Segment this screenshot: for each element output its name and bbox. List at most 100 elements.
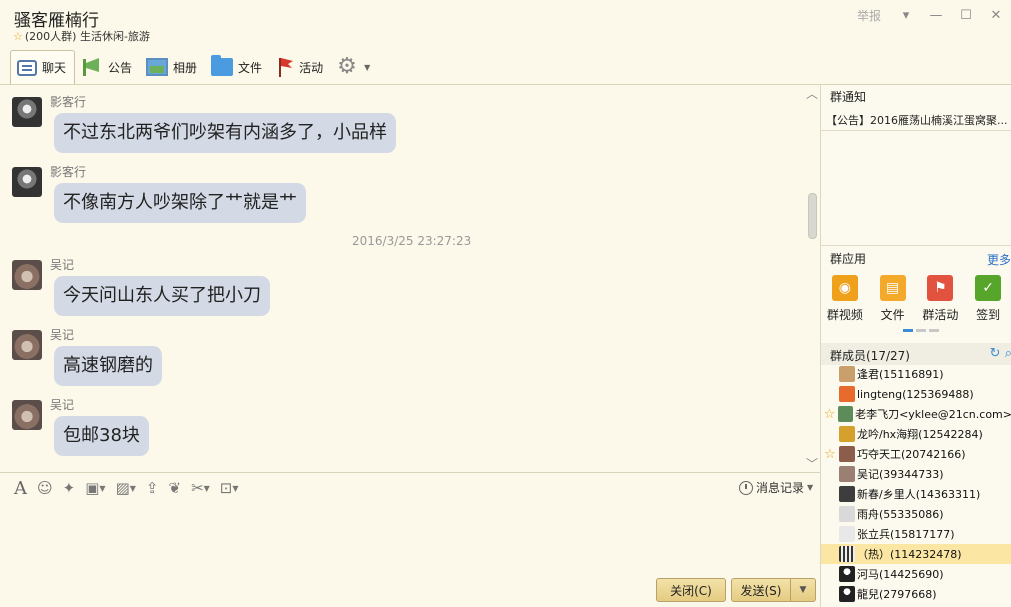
member-item[interactable]: 雨舟(55335086): [821, 504, 1011, 524]
send-options-button[interactable]: ▼: [790, 578, 816, 602]
magic-wand-icon[interactable]: ✦: [63, 479, 76, 497]
penguin-avatar-icon: [839, 586, 855, 602]
sender-name: 吴记: [50, 258, 75, 272]
message-history-button[interactable]: 消息记录 ▼: [739, 479, 813, 496]
collapse-down-icon[interactable]: ﹀: [806, 455, 818, 472]
tab-album-label: 相册: [173, 60, 198, 75]
scrollbar-thumb[interactable]: [808, 193, 817, 239]
chevron-down-icon: ▼: [799, 585, 807, 595]
star-icon: ☆: [13, 29, 23, 43]
member-item[interactable]: ☆ 老李飞刀<yklee@21cn.com>: [821, 404, 1011, 424]
tab-album[interactable]: 相册: [140, 51, 205, 83]
app-group-video[interactable]: ◉ 群视频: [821, 275, 869, 323]
message-area: ︿ 影客行 不过东北两爷们吵架有内涵多了，小品样 影客行 不像南方人吵架除了艹就…: [0, 85, 820, 472]
tab-announcement[interactable]: 公告: [75, 51, 140, 83]
avatar[interactable]: [12, 400, 42, 430]
star-icon: ☆: [824, 446, 836, 462]
avatar: [839, 386, 855, 402]
avatar: [839, 486, 855, 502]
member-name: 雨舟(55335086): [857, 508, 944, 521]
chevron-down-icon: ▼: [807, 483, 814, 492]
member-name: 巧夺天工(20742166): [857, 448, 966, 461]
divider: [821, 130, 1011, 131]
video-icon: ◉: [831, 275, 858, 301]
members-header: 群成员(17/27) ↻ ⌕: [821, 343, 1011, 365]
app-grid: ◉ 群视频 ▤ 文件 ⚑ 群活动 ✓ 签到: [821, 275, 1011, 323]
member-name: 逢君(15116891): [857, 368, 944, 381]
refresh-icon[interactable]: ↻: [990, 346, 1001, 361]
minimize-button[interactable]: —: [921, 6, 951, 24]
close-button[interactable]: 关闭(C): [656, 578, 726, 602]
app-checkin[interactable]: ✓ 签到: [964, 275, 1011, 323]
close-window-button[interactable]: ✕: [981, 6, 1011, 24]
avatar[interactable]: [12, 260, 42, 290]
member-item[interactable]: 龙吟/hx海翔(12542284): [821, 424, 1011, 444]
emoji-icon[interactable]: ☺: [37, 479, 53, 497]
avatar: [839, 426, 855, 442]
divider: [821, 245, 1011, 246]
member-name: 吴记(39344733): [857, 468, 944, 481]
member-item[interactable]: 新春/乡里人(14363311): [821, 484, 1011, 504]
scissors-icon[interactable]: ✂ ▼: [191, 479, 210, 497]
search-icon[interactable]: ⌕: [1005, 346, 1011, 361]
collapse-up-icon[interactable]: ︿: [806, 85, 818, 102]
chat-icon: [17, 59, 37, 76]
app-label: 文件: [880, 308, 905, 322]
avatar[interactable]: [12, 167, 42, 197]
members-title: 群成员(17/27): [830, 349, 910, 363]
member-item[interactable]: 张立兵(15817177): [821, 524, 1011, 544]
tab-announcement-label: 公告: [108, 60, 133, 75]
app-files[interactable]: ▤ 文件: [869, 275, 917, 323]
tab-activity-label: 活动: [299, 60, 324, 75]
flag-icon: [276, 56, 294, 78]
report-button[interactable]: 举报: [857, 7, 881, 24]
tab-bar: 聊天 公告 相册 文件 活动 ⚙ ▼: [10, 50, 378, 84]
member-item[interactable]: 龍兒(2797668): [821, 584, 1011, 604]
member-item-selected[interactable]: （热）(114232478): [821, 544, 1011, 564]
tab-activity[interactable]: 活动: [270, 51, 331, 83]
avatar[interactable]: [12, 97, 42, 127]
more-apps-link[interactable]: 更多: [987, 251, 1011, 268]
shake-icon[interactable]: ❦: [168, 479, 181, 497]
member-name: 河马(14425690): [857, 568, 944, 581]
font-icon[interactable]: A: [14, 478, 27, 499]
map-pin-icon: ⚑: [927, 275, 954, 301]
maximize-button[interactable]: ☐: [951, 6, 981, 24]
page-dot[interactable]: [916, 329, 926, 332]
member-item[interactable]: 河马(14425690): [821, 564, 1011, 584]
member-name: 龍兒(2797668): [857, 588, 937, 601]
sender-name: 影客行: [50, 165, 87, 179]
member-name: lingteng(125369488): [857, 387, 974, 401]
send-button[interactable]: 发送(S): [731, 578, 791, 602]
more-tools-icon[interactable]: ⊡ ▼: [220, 479, 239, 497]
upload-icon[interactable]: ⇪: [146, 479, 159, 497]
tab-chat-label: 聊天: [42, 61, 67, 75]
sticker-icon[interactable]: ▣ ▼: [85, 479, 105, 497]
settings-menu[interactable]: ⚙ ▼: [331, 51, 378, 83]
tab-files-label: 文件: [238, 60, 263, 75]
image-icon[interactable]: ▨ ▼: [116, 479, 136, 497]
tab-files[interactable]: 文件: [205, 51, 270, 83]
member-item[interactable]: ☆ 巧夺天工(20742166): [821, 444, 1011, 464]
side-panel: 群通知 【公告】2016雁荡山楠溪江蛋窝聚... 群应用 更多 ◉ 群视频 ▤ …: [820, 85, 1011, 607]
member-item[interactable]: lingteng(125369488): [821, 384, 1011, 404]
page-dot[interactable]: [903, 329, 913, 332]
notice-text[interactable]: 【公告】2016雁荡山楠溪江蛋窝聚...: [826, 112, 1007, 128]
dropdown-icon[interactable]: ▾: [891, 6, 921, 24]
avatar: [839, 526, 855, 542]
window-controls: 举报 ▾ — ☐ ✕: [857, 6, 1011, 24]
page-dot[interactable]: [929, 329, 939, 332]
avatar: [839, 366, 855, 382]
apps-title: 群应用: [830, 252, 867, 266]
tab-chat[interactable]: 聊天: [10, 50, 76, 84]
member-item[interactable]: 吴记(39344733): [821, 464, 1011, 484]
member-name: （热）(114232478): [857, 548, 962, 561]
message-bubble: 高速钢磨的: [54, 346, 162, 386]
member-item[interactable]: 逢君(15116891): [821, 364, 1011, 384]
avatar: [839, 446, 855, 462]
avatar[interactable]: [12, 330, 42, 360]
folder-icon: [211, 55, 234, 76]
sender-name: 吴记: [50, 328, 75, 342]
star-icon: ☆: [823, 406, 836, 422]
app-group-activity[interactable]: ⚑ 群活动: [917, 275, 965, 323]
